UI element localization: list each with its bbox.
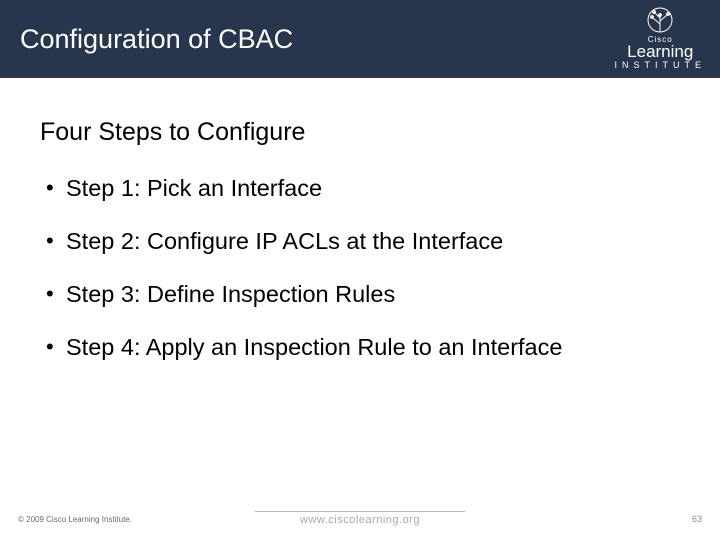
list-item: Step 3: Define Inspection Rules [40, 281, 680, 308]
divider-line [255, 511, 465, 512]
list-item: Step 2: Configure IP ACLs at the Interfa… [40, 228, 680, 255]
footer-url: www.ciscolearning.org [255, 514, 465, 526]
content-subtitle: Four Steps to Configure [40, 118, 680, 147]
slide-title: Configuration of CBAC [0, 24, 293, 55]
list-item: Step 4: Apply an Inspection Rule to an I… [40, 334, 680, 361]
footer-url-block: www.ciscolearning.org [255, 511, 465, 526]
slide-footer: © 2009 Cisco Learning Institute. www.cis… [0, 504, 720, 526]
page-number: 63 [692, 514, 702, 524]
copyright-text: © 2009 Cisco Learning Institute. [18, 515, 132, 524]
cisco-logo: Cisco Learning INSTITUTE [615, 2, 707, 70]
slide-header: Configuration of CBAC Cisco Learning INS… [0, 0, 720, 78]
step-list: Step 1: Pick an Interface Step 2: Config… [40, 175, 680, 361]
tree-icon [615, 2, 707, 34]
slide-content: Four Steps to Configure Step 1: Pick an … [0, 78, 720, 361]
logo-brand-main: Learning [615, 42, 707, 62]
logo-brand-sub: INSTITUTE [615, 60, 707, 70]
list-item: Step 1: Pick an Interface [40, 175, 680, 202]
